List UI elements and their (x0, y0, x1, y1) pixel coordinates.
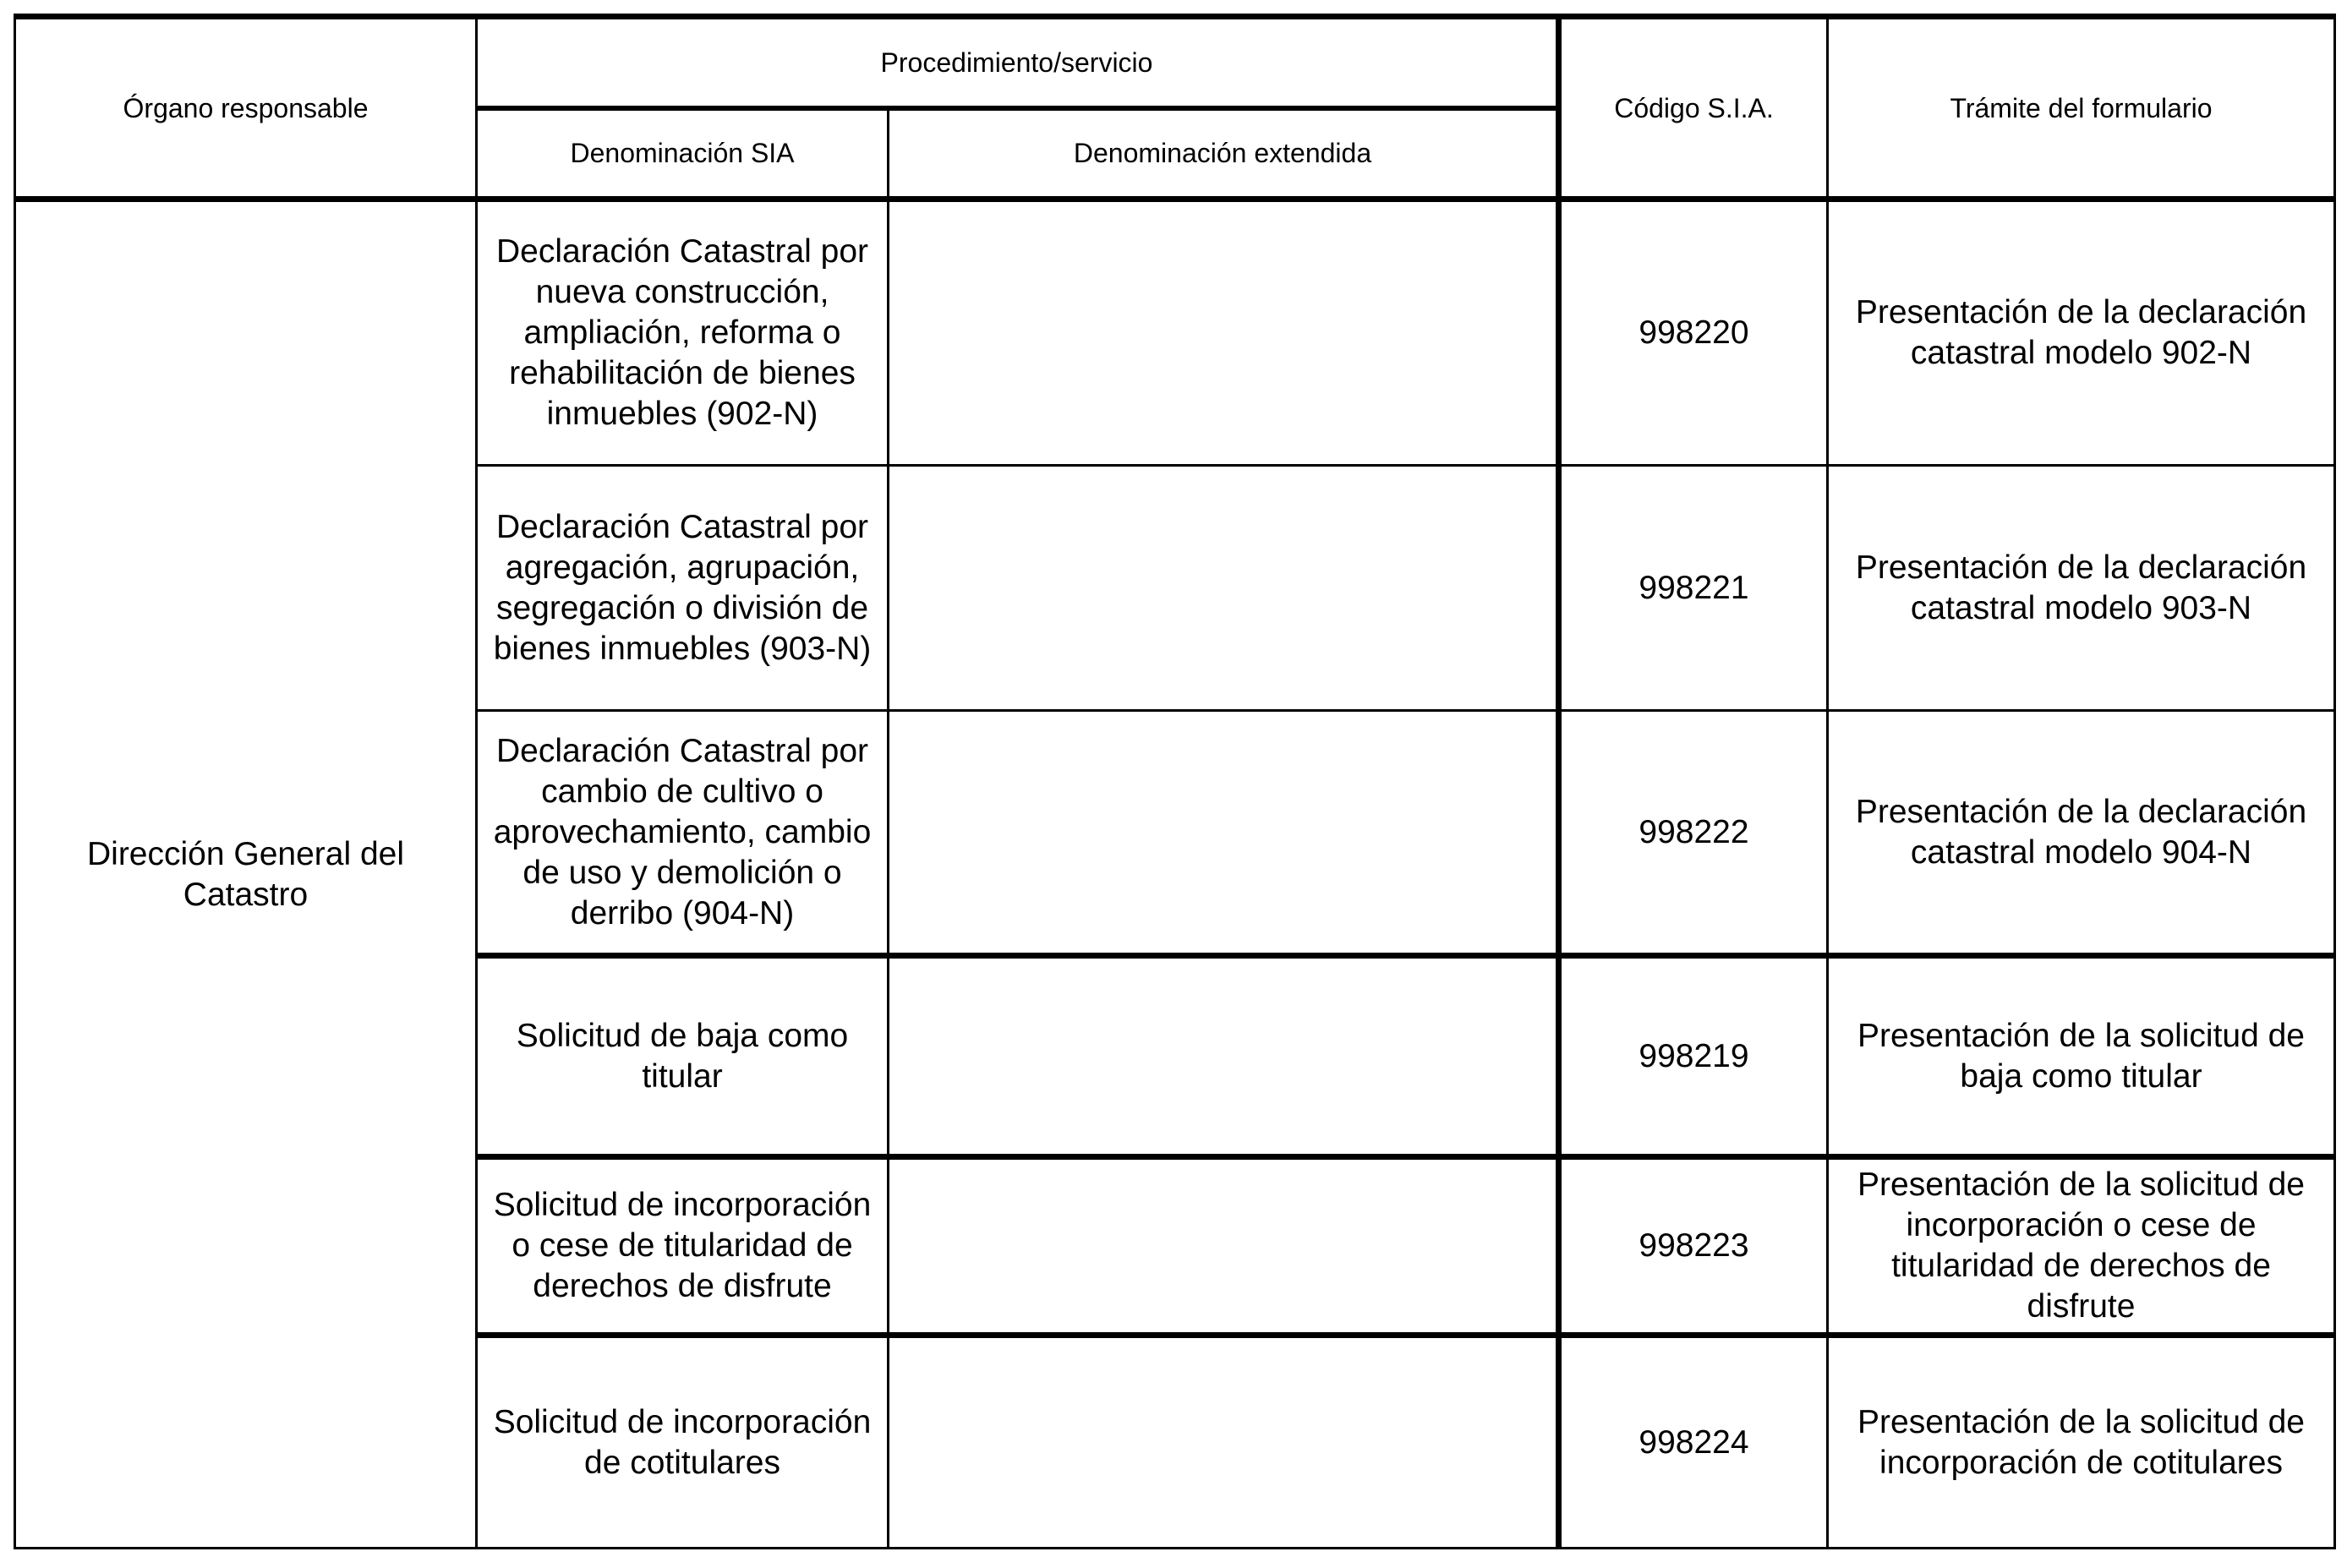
denominacion-sia-cell: Solicitud de baja como titular (475, 954, 889, 1160)
denominacion-sia-cell: Solicitud de incorporación o cese de tit… (475, 1156, 889, 1338)
denominacion-sia-cell: Solicitud de incorporación de cotitulare… (475, 1334, 889, 1549)
header-organo-responsable: Órgano responsable (14, 14, 478, 202)
denominacion-extendida-cell (887, 954, 1562, 1160)
tramite-cell: Presentación de la solicitud de incorpor… (1826, 1334, 2336, 1549)
codigo-sia-cell: 998222 (1557, 709, 1829, 959)
tramite-cell: Presentación de la declaración catastral… (1826, 198, 2336, 467)
denominacion-extendida-cell (887, 464, 1562, 712)
header-denominacion-sia: Denominación SIA (475, 107, 889, 202)
codigo-sia-cell: 998221 (1557, 464, 1829, 712)
table-row: Dirección General del Catastro Declaraci… (14, 198, 2336, 1549)
tramite-cell: Presentación de la solicitud de baja com… (1826, 954, 2336, 1160)
denominacion-extendida-cell (887, 198, 1562, 467)
denominacion-sia-cell: Declaración Catastral por nueva construc… (475, 198, 889, 467)
tramite-cell: Presentación de la declaración catastral… (1826, 464, 2336, 712)
organo-responsable-cell: Dirección General del Catastro (14, 198, 478, 1549)
header-tramite-formulario: Trámite del formulario (1826, 14, 2336, 202)
denominacion-extendida-cell (887, 1156, 1562, 1338)
denominacion-sia-cell: Declaración Catastral por agregación, ag… (475, 464, 889, 712)
tramite-cell: Presentación de la solicitud de incorpor… (1826, 1156, 2336, 1338)
procedures-table: Órgano responsable Procedimiento/servici… (14, 14, 2336, 1549)
codigo-sia-cell: 998223 (1557, 1156, 1829, 1338)
header-denominacion-extendida: Denominación extendida (887, 107, 1562, 202)
codigo-sia-cell: 998220 (1557, 198, 1829, 467)
tramite-cell: Presentación de la declaración catastral… (1826, 709, 2336, 959)
codigo-sia-cell: 998224 (1557, 1334, 1829, 1549)
denominacion-sia-cell: Declaración Catastral por cambio de cult… (475, 709, 889, 959)
codigo-sia-cell: 998219 (1557, 954, 1829, 1160)
denominacion-extendida-cell (887, 709, 1562, 959)
denominacion-extendida-cell (887, 1334, 1562, 1549)
header-codigo-sia: Código S.I.A. (1557, 14, 1829, 202)
header-procedimiento-servicio: Procedimiento/servicio (475, 14, 1562, 111)
